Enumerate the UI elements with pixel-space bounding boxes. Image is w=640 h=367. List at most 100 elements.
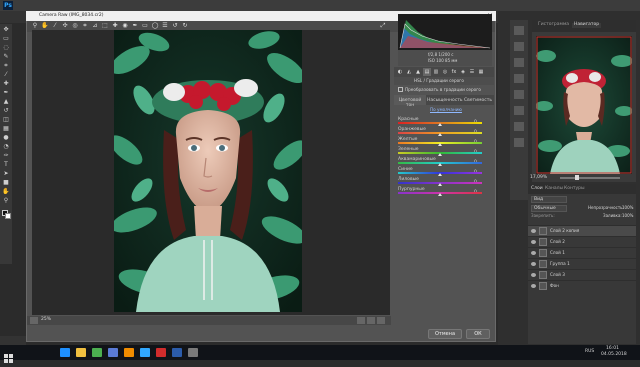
layer-row[interactable]: Слой 2 копия <box>528 225 636 236</box>
eyedropper-icon[interactable]: ⁄ <box>2 71 10 78</box>
opacity-value[interactable]: 100% <box>622 206 633 210</box>
basic-panel-icon[interactable]: ◐ <box>396 68 404 76</box>
rotate-left-icon[interactable]: ↺ <box>171 22 179 30</box>
adjustment-brush-icon[interactable]: ✒ <box>131 22 139 30</box>
dock-swatches-icon[interactable] <box>514 106 524 115</box>
tab-layers[interactable]: Слои <box>531 186 543 192</box>
hand-tool-icon[interactable]: ✋ <box>2 188 10 195</box>
zoom-tool-icon[interactable]: ⚲ <box>31 22 39 30</box>
zoom-tool-icon[interactable]: ⚲ <box>2 197 10 204</box>
visibility-eye-icon[interactable] <box>531 284 536 288</box>
taskbar-ie-icon[interactable] <box>60 348 70 357</box>
slider-thumb[interactable] <box>438 193 442 196</box>
layer-row[interactable]: Слой 3 <box>528 269 636 280</box>
navigator-thumbnail[interactable] <box>536 36 632 174</box>
dock-properties-icon[interactable] <box>514 42 524 51</box>
tab-hue[interactable]: Цветовой тон <box>394 95 426 108</box>
taskbar-vlc-icon[interactable] <box>124 348 134 357</box>
ok-button[interactable]: ОК <box>466 329 490 339</box>
graduated-filter-icon[interactable]: ▭ <box>141 22 149 30</box>
pen-tool-icon[interactable]: ✑ <box>2 152 10 159</box>
rotate-right-icon[interactable]: ↻ <box>181 22 189 30</box>
dock-adjustments-icon[interactable] <box>514 58 524 67</box>
dodge-tool-icon[interactable]: ◔ <box>2 143 10 150</box>
presets-icon[interactable]: ☰ <box>468 68 476 76</box>
taskbar-word-icon[interactable] <box>172 348 182 357</box>
spot-removal-icon[interactable]: ✚ <box>111 22 119 30</box>
taskbar-media-icon[interactable] <box>108 348 118 357</box>
zoom-level[interactable]: 25% <box>41 317 51 323</box>
taskbar-app-icon[interactable] <box>188 348 198 357</box>
tab-histogram[interactable]: Гистограмма <box>538 22 569 28</box>
brush-tool-icon[interactable]: ✒ <box>2 89 10 96</box>
visibility-eye-icon[interactable] <box>531 240 536 244</box>
marquee-tool-icon[interactable]: ▭ <box>2 35 10 42</box>
radial-filter-icon[interactable]: ◯ <box>151 22 159 30</box>
layer-row[interactable]: Группа 1 <box>528 258 636 269</box>
history-brush-icon[interactable]: ↺ <box>2 107 10 114</box>
dock-styles-icon[interactable] <box>514 74 524 83</box>
taskbar-opera-icon[interactable] <box>156 348 166 357</box>
navigator-zoom[interactable]: 17,09% <box>530 175 547 181</box>
swap-settings-icon[interactable] <box>377 317 385 324</box>
gradient-tool-icon[interactable]: ▦ <box>2 125 10 132</box>
navigator-zoom-thumb[interactable] <box>575 175 579 180</box>
visibility-eye-icon[interactable] <box>531 262 536 266</box>
taskbar-explorer-icon[interactable] <box>76 348 86 357</box>
blend-mode-select[interactable]: Обычные <box>531 205 567 212</box>
tab-saturation[interactable]: Насыщенность <box>427 95 463 105</box>
preferences-icon[interactable]: ☰ <box>161 22 169 30</box>
navigator-zoom-slider[interactable] <box>560 177 620 179</box>
tab-luminance[interactable]: Светимость <box>462 95 494 105</box>
quick-select-icon[interactable]: ✎ <box>2 53 10 60</box>
detail-panel-icon[interactable]: ▲ <box>414 68 422 76</box>
layer-row[interactable]: Слой 1 <box>528 247 636 258</box>
targeted-adjust-icon[interactable]: ◎ <box>71 22 79 30</box>
slider-thumb[interactable] <box>438 163 442 166</box>
eraser-tool-icon[interactable]: ◫ <box>2 116 10 123</box>
slider-thumb[interactable] <box>438 173 442 176</box>
grayscale-checkbox[interactable] <box>398 87 403 92</box>
visibility-eye-icon[interactable] <box>531 273 536 277</box>
layer-kind-filter[interactable]: Вид <box>531 196 567 203</box>
split-toning-icon[interactable]: ▥ <box>432 68 440 76</box>
cancel-button[interactable]: Отмена <box>428 329 462 339</box>
slider-thumb[interactable] <box>438 123 442 126</box>
blur-tool-icon[interactable]: ● <box>2 134 10 141</box>
dock-actions-icon[interactable] <box>514 122 524 131</box>
start-button[interactable] <box>4 348 13 363</box>
view-mode-icon[interactable] <box>357 317 365 324</box>
lens-corrections-icon[interactable]: ◎ <box>441 68 449 76</box>
visibility-eye-icon[interactable] <box>531 251 536 255</box>
hand-tool-icon[interactable]: ✋ <box>41 22 49 30</box>
slider-thumb[interactable] <box>438 133 442 136</box>
shape-tool-icon[interactable]: ■ <box>2 179 10 186</box>
dock-history-icon[interactable] <box>514 26 524 35</box>
taskbar-ps-icon[interactable] <box>140 348 150 357</box>
visibility-eye-icon[interactable] <box>531 229 536 233</box>
straighten-icon[interactable]: ⊿ <box>91 22 99 30</box>
slider-thumb[interactable] <box>438 183 442 186</box>
crop-tool-icon[interactable]: ⌗ <box>2 62 10 69</box>
color-sampler-icon[interactable]: ✣ <box>61 22 69 30</box>
red-eye-icon[interactable]: ◉ <box>121 22 129 30</box>
snapshots-icon[interactable]: ▦ <box>477 68 485 76</box>
transform-icon[interactable]: ⬚ <box>101 22 109 30</box>
clock-time[interactable]: 16:01 <box>606 346 619 352</box>
language-indicator[interactable]: RUS <box>585 349 594 355</box>
before-after-icon[interactable] <box>367 317 375 324</box>
effects-icon[interactable]: fx <box>450 68 458 76</box>
stamp-tool-icon[interactable]: ▲ <box>2 98 10 105</box>
lasso-tool-icon[interactable]: ◌ <box>2 44 10 51</box>
camera-calibration-icon[interactable]: ◈ <box>459 68 467 76</box>
slider-thumb[interactable] <box>438 153 442 156</box>
default-link[interactable]: По умолчанию <box>430 107 462 112</box>
dock-brushes-icon[interactable] <box>514 90 524 99</box>
zoom-out-button[interactable] <box>30 317 38 324</box>
fill-value[interactable]: 100% <box>622 214 633 218</box>
healing-brush-icon[interactable]: ✚ <box>2 80 10 87</box>
crop-icon[interactable]: ⌗ <box>81 22 89 30</box>
hsl-panel-icon[interactable]: ▤ <box>423 68 431 76</box>
path-select-icon[interactable]: ➤ <box>2 170 10 177</box>
fullscreen-icon[interactable]: ⤢ <box>379 22 387 30</box>
